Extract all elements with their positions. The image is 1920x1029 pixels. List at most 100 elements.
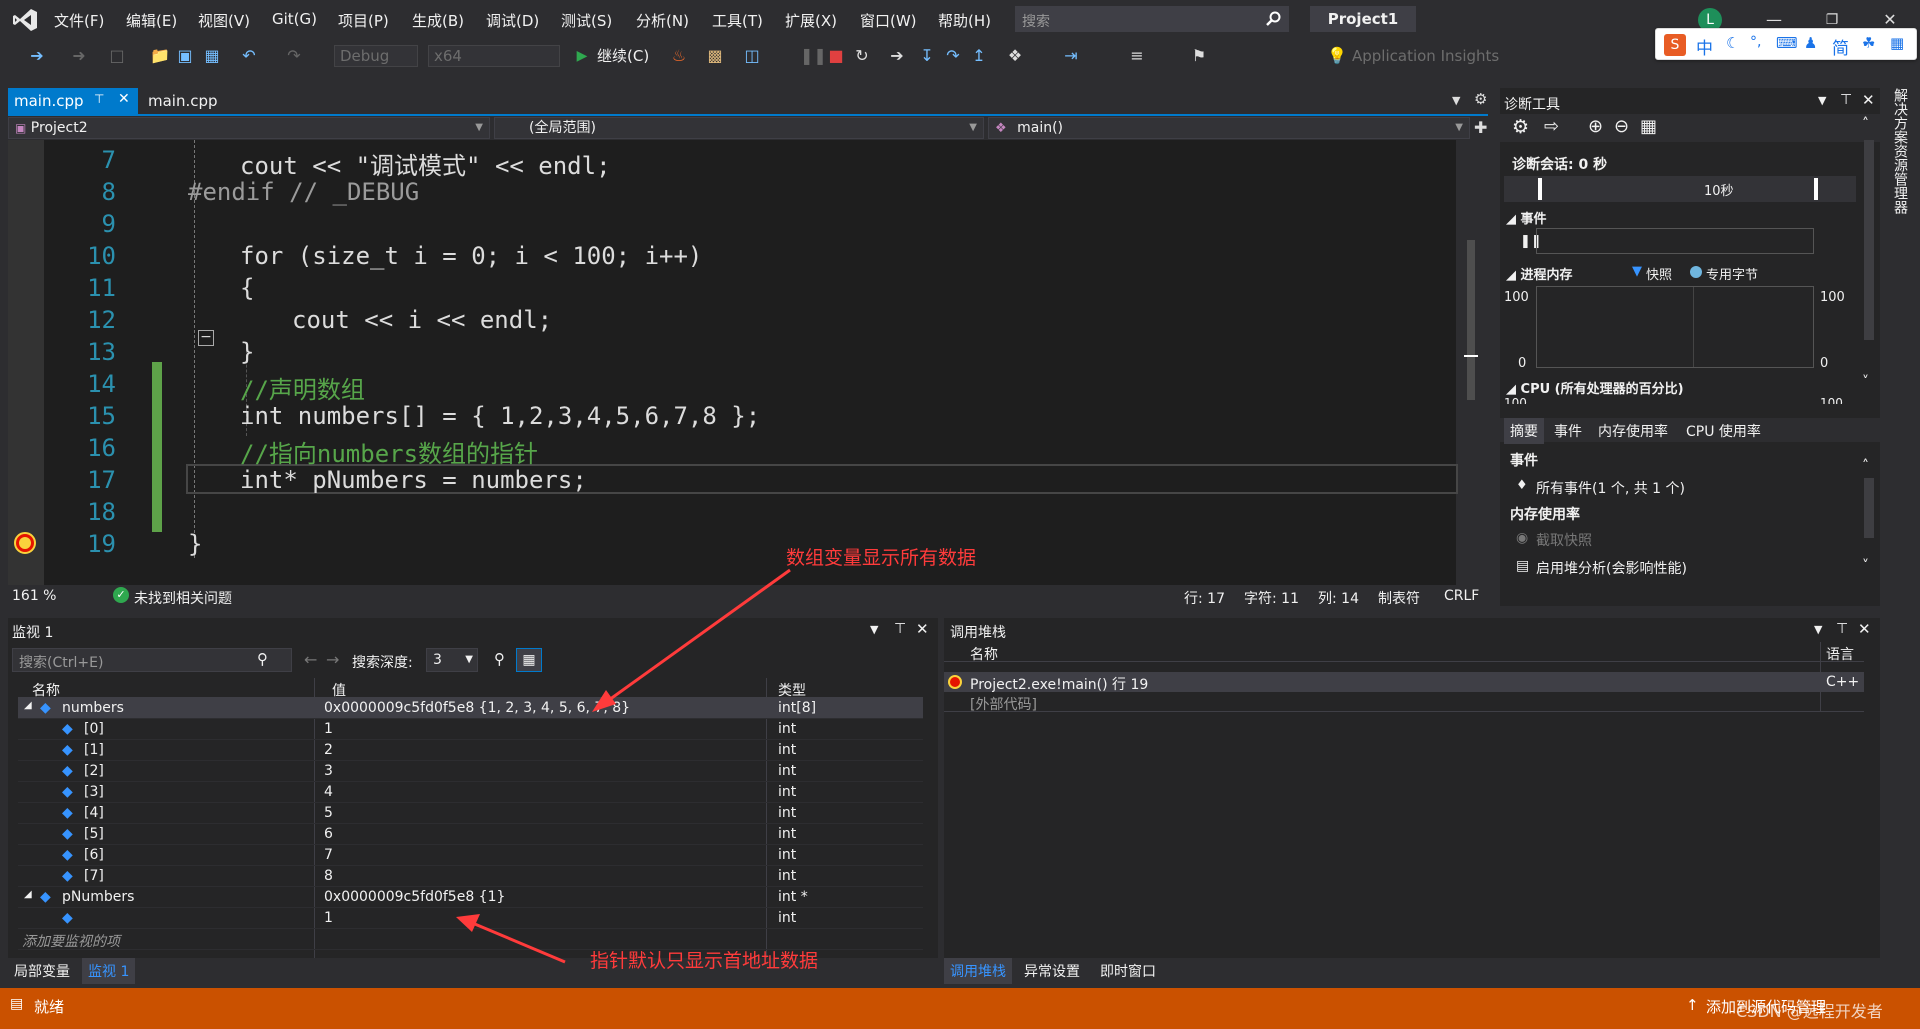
vertical-scrollbar[interactable] — [1464, 140, 1478, 585]
pin-icon[interactable]: ⊤ — [94, 92, 104, 106]
watch-row[interactable]: ◆ [5] 6 int — [18, 824, 923, 845]
scroll-up-icon[interactable]: ˄ — [1862, 116, 1869, 132]
search-back-icon[interactable]: ← — [304, 650, 317, 669]
eol-indicator[interactable]: CRLF — [1444, 588, 1479, 604]
tab-indicator[interactable]: 制表符 — [1378, 588, 1420, 608]
settings-icon[interactable]: ⚙ — [1474, 90, 1487, 108]
moon-icon[interactable]: ☾ — [1726, 34, 1739, 52]
split-icon[interactable]: ✚ — [1474, 118, 1487, 137]
application-insights-button[interactable]: Application Insights — [1352, 46, 1499, 66]
bookmark-icon[interactable]: ⚑ — [1190, 46, 1208, 66]
project-select[interactable]: ▣ Project2 ▼ — [8, 117, 490, 139]
forward-icon[interactable]: ➜ — [70, 46, 88, 66]
column-name[interactable]: 名称 — [32, 680, 60, 700]
tab-summary[interactable]: 摘要 — [1504, 418, 1544, 444]
close-icon[interactable]: ✕ — [1862, 91, 1875, 109]
close-icon[interactable]: ✕ — [916, 620, 929, 638]
keyboard-icon[interactable]: ⌨ — [1776, 34, 1798, 52]
indent-icon[interactable]: ⇥ — [1062, 46, 1080, 66]
close-icon[interactable]: ✕ — [1858, 620, 1871, 638]
zoom-in-icon[interactable]: ⊕ — [1588, 116, 1603, 137]
all-events-link[interactable]: 所有事件(1 个, 共 1 个) — [1536, 478, 1685, 498]
callstack-scrollbar[interactable] — [1866, 642, 1880, 958]
watch-row[interactable]: ◆ [3] 4 int — [18, 782, 923, 803]
menu-tools[interactable]: 工具(T) — [712, 10, 763, 31]
depth-select[interactable]: 3 ▼ — [426, 648, 478, 672]
column-divider[interactable] — [1820, 642, 1821, 712]
watch-scrollbar[interactable] — [921, 678, 935, 966]
tab-events[interactable]: 事件 — [1554, 421, 1582, 441]
menu-project[interactable]: 项目(P) — [338, 10, 389, 31]
watch-row[interactable]: ◆ [2] 3 int — [18, 761, 923, 782]
pin-icon[interactable]: ⊤ — [894, 621, 906, 637]
export-icon[interactable]: ⇨ — [1544, 116, 1559, 137]
show-next-statement-icon[interactable]: ➔ — [888, 46, 906, 66]
pin-icon[interactable]: ⊤ — [1840, 92, 1852, 108]
dropdown-icon[interactable]: ▼ — [1818, 94, 1826, 107]
back-icon[interactable]: ➔ — [28, 46, 46, 66]
close-tab-icon[interactable]: ✕ — [118, 91, 130, 107]
diag-scrollbar[interactable]: ˄ ˅ — [1862, 116, 1876, 398]
save-all-icon[interactable]: ▦ — [203, 46, 221, 66]
callstack-row[interactable]: [外部代码] — [944, 692, 1864, 713]
issues-text[interactable]: 未找到相关问题 — [134, 588, 232, 608]
tab-main-cpp-active[interactable]: main.cpp ⊤ ✕ — [8, 88, 138, 114]
column-value[interactable]: 值 — [332, 680, 346, 700]
zoom-out-icon[interactable]: ⊖ — [1614, 116, 1629, 137]
menu-edit[interactable]: 编辑(E) — [126, 10, 177, 31]
configuration-select[interactable]: Debug — [334, 45, 418, 67]
take-snapshot-button[interactable]: 截取快照 — [1536, 530, 1592, 550]
function-select[interactable]: ❖ main() ▼ — [988, 117, 1470, 139]
tab-memory-usage[interactable]: 内存使用率 — [1598, 421, 1668, 441]
dropdown-icon[interactable]: ▼ — [1814, 623, 1822, 636]
search-forward-icon[interactable]: → — [326, 650, 339, 669]
visual-studio-logo-icon[interactable] — [12, 8, 38, 32]
window-icon[interactable]: ◫ — [743, 46, 761, 66]
memory-header[interactable]: ◢ 进程内存 — [1506, 264, 1573, 283]
filter-icon[interactable]: ⚲ — [494, 650, 505, 668]
scroll-down-icon[interactable]: ˅ — [1862, 558, 1869, 574]
menu-test[interactable]: 测试(S) — [561, 10, 612, 31]
pin-icon[interactable]: ⊤ — [1836, 621, 1848, 637]
continue-button[interactable]: 继续(C) — [597, 46, 649, 66]
glyph-margin[interactable] — [8, 140, 44, 585]
ime-logo-icon[interactable]: S — [1664, 34, 1686, 56]
redo-icon[interactable]: ↷ — [285, 46, 303, 66]
step-into-icon[interactable]: ↧ — [918, 46, 936, 66]
stop-icon[interactable]: ■ — [828, 46, 844, 66]
comment-icon[interactable]: ≡ — [1128, 46, 1146, 66]
watch-row[interactable]: ◢ ◆ pNumbers 0x0000009c5fd0f5e8 {1} int * — [18, 887, 923, 908]
memory-graph[interactable] — [1536, 286, 1814, 368]
step-over-icon[interactable]: ↷ — [944, 46, 962, 66]
breakpoint-tools-icon[interactable]: ❖ — [1006, 46, 1024, 66]
column-type[interactable]: 类型 — [778, 680, 806, 700]
callstack-row[interactable]: Project2.exe!main() 行 19 C++ — [944, 672, 1864, 693]
breakpoint-current-icon[interactable] — [14, 532, 36, 554]
solution-explorer-icon[interactable]: ▩ — [705, 46, 725, 66]
column-language[interactable]: 语言 — [1826, 644, 1854, 664]
toolbox-icon[interactable]: ▦ — [1890, 34, 1904, 52]
menu-file[interactable]: 文件(F) — [54, 10, 104, 31]
menu-window[interactable]: 窗口(W) — [860, 10, 917, 31]
tab-main-cpp[interactable]: main.cpp — [142, 88, 232, 114]
solution-explorer-side-tab[interactable]: 解决方案资源管理器 — [1888, 88, 1912, 228]
ime-simplified-toggle[interactable]: 简 — [1832, 34, 1849, 59]
watch-row[interactable]: ◆ [7] 8 int — [18, 866, 923, 887]
menu-analyze[interactable]: 分析(N) — [636, 10, 689, 31]
tab-immediate-window[interactable]: 即时窗口 — [1100, 961, 1156, 981]
save-icon[interactable]: ▣ — [176, 46, 194, 66]
watch-row[interactable]: ◆ [1] 2 int — [18, 740, 923, 761]
menu-view[interactable]: 视图(V) — [198, 10, 250, 31]
scroll-up-icon[interactable]: ˄ — [1862, 458, 1869, 474]
tab-call-stack[interactable]: 调用堆栈 — [944, 958, 1012, 984]
column-name[interactable]: 名称 — [970, 644, 998, 664]
skin-icon[interactable]: ☘ — [1862, 34, 1875, 52]
continue-icon[interactable]: ▶ — [574, 46, 590, 66]
watch-row[interactable]: ◆ [6] 7 int — [18, 845, 923, 866]
step-out-icon[interactable]: ↥ — [970, 46, 988, 66]
watch-search-input[interactable]: 搜索(Ctrl+E) ⚲ — [12, 648, 292, 672]
tab-cpu-usage[interactable]: CPU 使用率 — [1686, 421, 1761, 441]
search-input[interactable]: 搜索 — [1015, 6, 1289, 32]
collapse-icon[interactable]: − — [198, 330, 214, 346]
events-header[interactable]: ◢ 事件 — [1506, 208, 1547, 227]
